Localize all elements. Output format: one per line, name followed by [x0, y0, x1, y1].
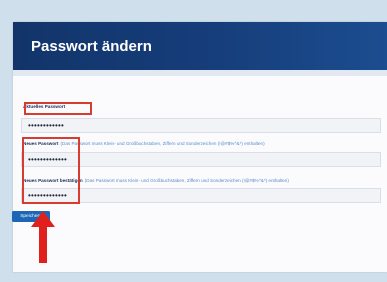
new-password-fields-highlight — [22, 137, 80, 204]
confirm-password-hint: (Das Passwort muss Klein- und Großbuchst… — [84, 178, 289, 183]
current-password-label-highlight — [24, 102, 92, 115]
current-password-field[interactable]: •••••••••••• — [21, 118, 381, 133]
new-password-hint: (Das Passwort muss Klein- und Großbuchst… — [60, 141, 265, 146]
arrow-up-icon — [31, 211, 55, 263]
page-header: Passwort ändern — [13, 22, 387, 70]
current-password-value: •••••••••••• — [28, 121, 65, 130]
page-title: Passwort ändern — [31, 38, 152, 55]
header-divider — [13, 70, 387, 76]
